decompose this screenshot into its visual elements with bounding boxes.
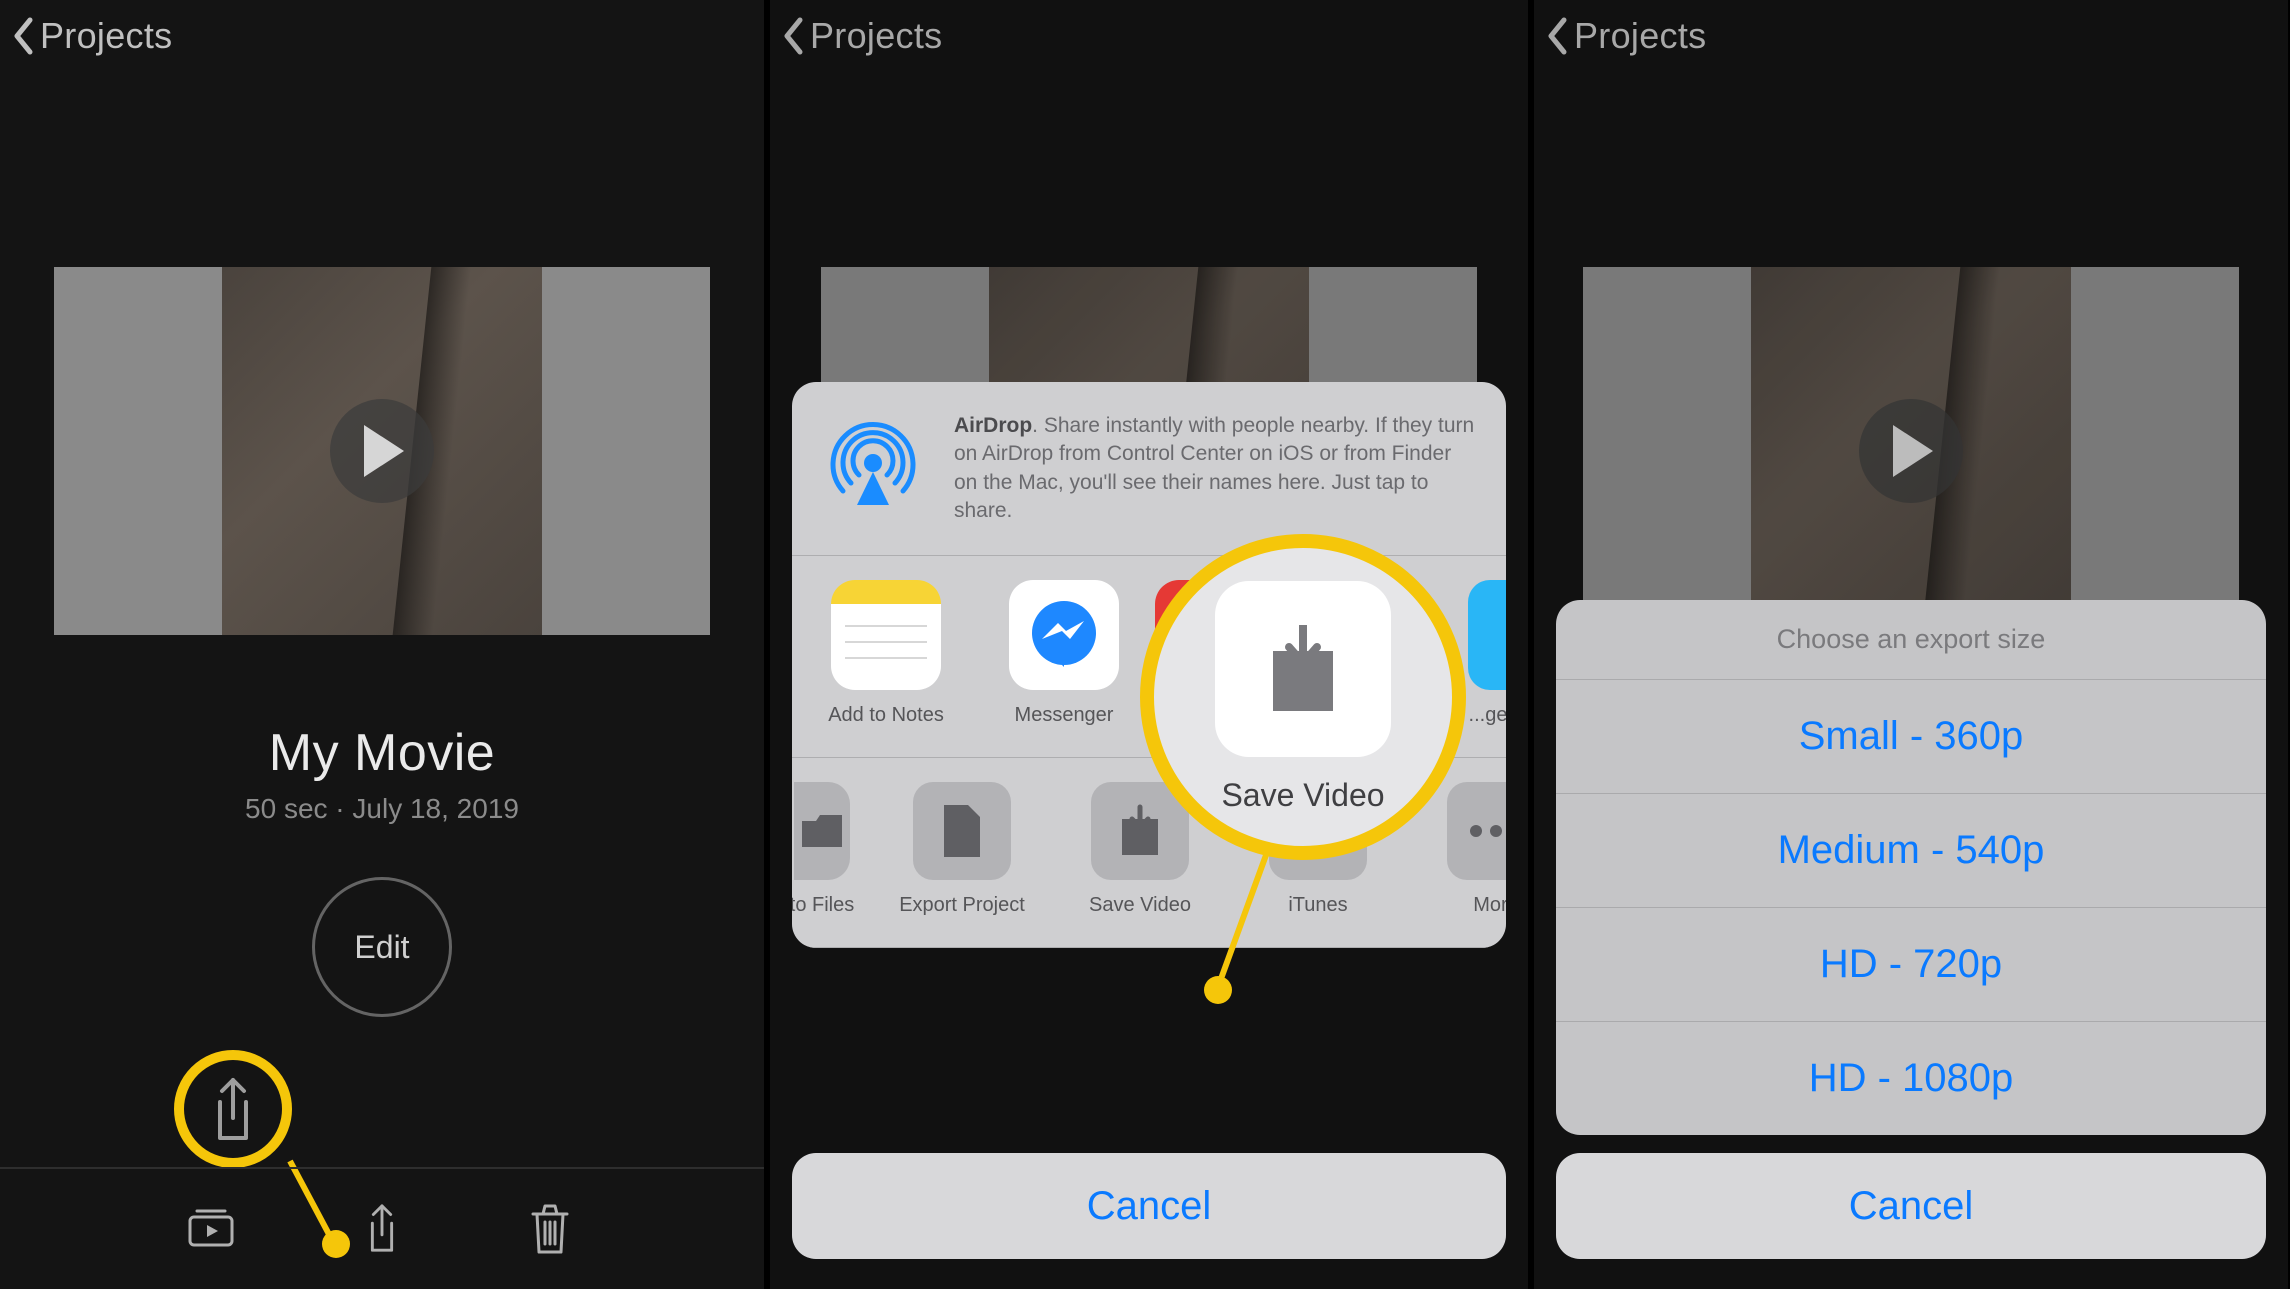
save-video-highlight: Save Video: [1140, 534, 1466, 860]
more-icon: [1447, 782, 1506, 880]
document-icon: [913, 782, 1011, 880]
project-title: My Movie: [0, 723, 764, 783]
cancel-button[interactable]: Cancel: [792, 1153, 1506, 1259]
notes-app-icon: [831, 580, 941, 690]
project-meta: 50 sec · July 18, 2019: [0, 793, 764, 825]
share-highlight: [174, 1050, 292, 1168]
save-video-icon-large[interactable]: [1215, 581, 1391, 757]
share-icon-large[interactable]: [174, 1050, 292, 1168]
export-option-540p[interactable]: Medium - 540p: [1556, 794, 2266, 908]
edit-button[interactable]: Edit: [312, 877, 452, 1017]
screen-share-sheet: Projects AirDrop. Share ins: [764, 0, 1528, 1289]
app-icon: [1468, 580, 1506, 690]
export-option-1080p[interactable]: HD - 1080p: [1556, 1022, 2266, 1135]
folder-icon: [794, 782, 850, 880]
share-icon[interactable]: [355, 1202, 409, 1256]
export-option-720p[interactable]: HD - 720p: [1556, 908, 2266, 1022]
export-size-title: Choose an export size: [1556, 600, 2266, 680]
airdrop-icon: [818, 408, 928, 518]
messenger-app-icon: [1009, 580, 1119, 690]
airdrop-section[interactable]: AirDrop. Share instantly with people nea…: [792, 382, 1506, 556]
bottom-toolbar: [0, 1167, 764, 1289]
save-video-label: Save Video: [1221, 777, 1384, 814]
back-label[interactable]: Projects: [40, 15, 172, 57]
share-item-truncated-right[interactable]: ...ge: [1468, 580, 1506, 727]
action-item-export-project[interactable]: Export Project: [896, 782, 1028, 917]
screen-project-detail: Projects My Movie 50 sec · July 18, 2019…: [0, 0, 764, 1289]
chevron-left-icon[interactable]: [12, 17, 34, 55]
export-option-360p[interactable]: Small - 360p: [1556, 680, 2266, 794]
share-item-notes[interactable]: Add to Notes: [820, 580, 952, 727]
action-item-files[interactable]: to Files: [794, 782, 850, 917]
action-item-more[interactable]: More: [1430, 782, 1506, 917]
trash-icon[interactable]: [523, 1202, 577, 1256]
video-thumbnail[interactable]: [54, 267, 710, 635]
export-size-sheet: Choose an export size Small - 360p Mediu…: [1556, 600, 2266, 1135]
share-item-messenger[interactable]: Messenger: [998, 580, 1130, 727]
play-queue-icon[interactable]: [187, 1202, 241, 1256]
play-icon[interactable]: [330, 399, 434, 503]
screen-export-size: Projects Choose an export size Small - 3…: [1528, 0, 2288, 1289]
airdrop-text: AirDrop. Share instantly with people nea…: [954, 408, 1480, 525]
nav-header: Projects: [0, 0, 764, 72]
cancel-button[interactable]: Cancel: [1556, 1153, 2266, 1259]
